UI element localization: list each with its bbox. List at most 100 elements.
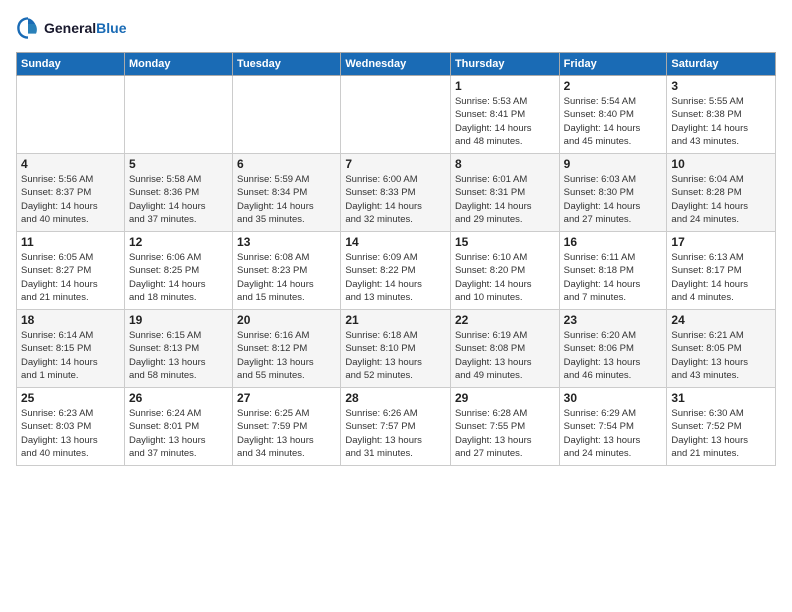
day-info: Sunrise: 6:25 AM Sunset: 7:59 PM Dayligh…	[237, 407, 336, 460]
day-info: Sunrise: 6:16 AM Sunset: 8:12 PM Dayligh…	[237, 329, 336, 382]
day-info: Sunrise: 5:56 AM Sunset: 8:37 PM Dayligh…	[21, 173, 120, 226]
day-cell: 2 Sunrise: 5:54 AM Sunset: 8:40 PM Daylig…	[559, 76, 667, 154]
col-header-sunday: Sunday	[17, 53, 125, 76]
day-info: Sunrise: 5:59 AM Sunset: 8:34 PM Dayligh…	[237, 173, 336, 226]
day-info: Sunrise: 6:15 AM Sunset: 8:13 PM Dayligh…	[129, 329, 228, 382]
header: GeneralBlue	[16, 16, 776, 40]
day-info: Sunrise: 6:04 AM Sunset: 8:28 PM Dayligh…	[671, 173, 771, 226]
day-number: 10	[671, 157, 771, 171]
day-cell: 7Sunrise: 6:00 AM Sunset: 8:33 PM Daylig…	[341, 154, 451, 232]
day-cell	[341, 76, 451, 154]
day-cell: 13Sunrise: 6:08 AM Sunset: 8:23 PM Dayli…	[233, 232, 341, 310]
col-header-thursday: Thursday	[450, 53, 559, 76]
day-cell: 18 Sunrise: 6:14 AM Sunset: 8:15 PM Dayli…	[17, 310, 125, 388]
day-number: 16	[564, 235, 663, 249]
day-cell: 1 Sunrise: 5:53 AM Sunset: 8:41 PM Daylig…	[450, 76, 559, 154]
day-info: Sunrise: 6:05 AM Sunset: 8:27 PM Dayligh…	[21, 251, 120, 304]
week-row-4: 18 Sunrise: 6:14 AM Sunset: 8:15 PM Dayli…	[17, 310, 776, 388]
day-cell	[124, 76, 232, 154]
day-number: 30	[564, 391, 663, 405]
day-cell: 3Sunrise: 5:55 AM Sunset: 8:38 PM Daylig…	[667, 76, 776, 154]
day-info: Sunrise: 6:13 AM Sunset: 8:17 PM Dayligh…	[671, 251, 771, 304]
day-info: Sunrise: 6:14 AM Sunset: 8:15 PM Dayligh…	[21, 329, 120, 382]
day-cell: 26 Sunrise: 6:24 AM Sunset: 8:01 PM Dayli…	[124, 388, 232, 466]
day-cell: 21 Sunrise: 6:18 AM Sunset: 8:10 PM Dayli…	[341, 310, 451, 388]
day-info: Sunrise: 6:10 AM Sunset: 8:20 PM Dayligh…	[455, 251, 555, 304]
day-info: Sunrise: 5:55 AM Sunset: 8:38 PM Dayligh…	[671, 95, 771, 148]
day-number: 20	[237, 313, 336, 327]
day-number: 11	[21, 235, 120, 249]
day-info: Sunrise: 6:26 AM Sunset: 7:57 PM Dayligh…	[345, 407, 446, 460]
day-number: 9	[564, 157, 663, 171]
day-number: 27	[237, 391, 336, 405]
week-row-1: 1 Sunrise: 5:53 AM Sunset: 8:41 PM Daylig…	[17, 76, 776, 154]
day-info: Sunrise: 6:29 AM Sunset: 7:54 PM Dayligh…	[564, 407, 663, 460]
day-number: 15	[455, 235, 555, 249]
day-info: Sunrise: 6:18 AM Sunset: 8:10 PM Dayligh…	[345, 329, 446, 382]
day-number: 21	[345, 313, 446, 327]
day-number: 24	[671, 313, 771, 327]
day-cell: 17 Sunrise: 6:13 AM Sunset: 8:17 PM Dayli…	[667, 232, 776, 310]
calendar-table: SundayMondayTuesdayWednesdayThursdayFrid…	[16, 52, 776, 466]
logo-icon	[16, 16, 40, 40]
day-cell: 16 Sunrise: 6:11 AM Sunset: 8:18 PM Dayli…	[559, 232, 667, 310]
day-cell: 29Sunrise: 6:28 AM Sunset: 7:55 PM Dayli…	[450, 388, 559, 466]
day-cell: 30 Sunrise: 6:29 AM Sunset: 7:54 PM Dayli…	[559, 388, 667, 466]
week-row-3: 11 Sunrise: 6:05 AM Sunset: 8:27 PM Dayli…	[17, 232, 776, 310]
calendar-header-row: SundayMondayTuesdayWednesdayThursdayFrid…	[17, 53, 776, 76]
day-info: Sunrise: 6:03 AM Sunset: 8:30 PM Dayligh…	[564, 173, 663, 226]
day-cell: 15 Sunrise: 6:10 AM Sunset: 8:20 PM Dayli…	[450, 232, 559, 310]
day-cell: 25 Sunrise: 6:23 AM Sunset: 8:03 PM Dayli…	[17, 388, 125, 466]
day-cell: 5Sunrise: 5:58 AM Sunset: 8:36 PM Daylig…	[124, 154, 232, 232]
day-number: 26	[129, 391, 228, 405]
day-number: 12	[129, 235, 228, 249]
day-cell	[17, 76, 125, 154]
day-info: Sunrise: 5:58 AM Sunset: 8:36 PM Dayligh…	[129, 173, 228, 226]
day-info: Sunrise: 5:53 AM Sunset: 8:41 PM Dayligh…	[455, 95, 555, 148]
day-info: Sunrise: 6:30 AM Sunset: 7:52 PM Dayligh…	[671, 407, 771, 460]
day-number: 29	[455, 391, 555, 405]
week-row-5: 25 Sunrise: 6:23 AM Sunset: 8:03 PM Dayli…	[17, 388, 776, 466]
day-cell: 10 Sunrise: 6:04 AM Sunset: 8:28 PM Dayli…	[667, 154, 776, 232]
day-info: Sunrise: 6:21 AM Sunset: 8:05 PM Dayligh…	[671, 329, 771, 382]
col-header-tuesday: Tuesday	[233, 53, 341, 76]
day-cell: 6 Sunrise: 5:59 AM Sunset: 8:34 PM Daylig…	[233, 154, 341, 232]
logo-text: GeneralBlue	[44, 20, 126, 36]
week-row-2: 4Sunrise: 5:56 AM Sunset: 8:37 PM Daylig…	[17, 154, 776, 232]
day-cell: 22 Sunrise: 6:19 AM Sunset: 8:08 PM Dayli…	[450, 310, 559, 388]
day-info: Sunrise: 6:01 AM Sunset: 8:31 PM Dayligh…	[455, 173, 555, 226]
day-cell: 12 Sunrise: 6:06 AM Sunset: 8:25 PM Dayli…	[124, 232, 232, 310]
day-cell: 23 Sunrise: 6:20 AM Sunset: 8:06 PM Dayli…	[559, 310, 667, 388]
col-header-saturday: Saturday	[667, 53, 776, 76]
day-number: 14	[345, 235, 446, 249]
day-number: 7	[345, 157, 446, 171]
day-number: 23	[564, 313, 663, 327]
day-cell: 19 Sunrise: 6:15 AM Sunset: 8:13 PM Dayli…	[124, 310, 232, 388]
day-number: 25	[21, 391, 120, 405]
day-cell: 20 Sunrise: 6:16 AM Sunset: 8:12 PM Dayli…	[233, 310, 341, 388]
day-info: Sunrise: 6:06 AM Sunset: 8:25 PM Dayligh…	[129, 251, 228, 304]
day-number: 19	[129, 313, 228, 327]
col-header-monday: Monday	[124, 53, 232, 76]
day-number: 2	[564, 79, 663, 93]
day-info: Sunrise: 6:08 AM Sunset: 8:23 PM Dayligh…	[237, 251, 336, 304]
day-cell: 11 Sunrise: 6:05 AM Sunset: 8:27 PM Dayli…	[17, 232, 125, 310]
day-info: Sunrise: 6:09 AM Sunset: 8:22 PM Dayligh…	[345, 251, 446, 304]
day-cell: 24 Sunrise: 6:21 AM Sunset: 8:05 PM Dayli…	[667, 310, 776, 388]
day-info: Sunrise: 6:11 AM Sunset: 8:18 PM Dayligh…	[564, 251, 663, 304]
day-cell: 14 Sunrise: 6:09 AM Sunset: 8:22 PM Dayli…	[341, 232, 451, 310]
day-number: 1	[455, 79, 555, 93]
day-info: Sunrise: 6:23 AM Sunset: 8:03 PM Dayligh…	[21, 407, 120, 460]
day-cell	[233, 76, 341, 154]
day-number: 6	[237, 157, 336, 171]
day-number: 22	[455, 313, 555, 327]
day-info: Sunrise: 6:24 AM Sunset: 8:01 PM Dayligh…	[129, 407, 228, 460]
day-info: Sunrise: 6:19 AM Sunset: 8:08 PM Dayligh…	[455, 329, 555, 382]
day-cell: 31Sunrise: 6:30 AM Sunset: 7:52 PM Dayli…	[667, 388, 776, 466]
day-number: 18	[21, 313, 120, 327]
day-info: Sunrise: 5:54 AM Sunset: 8:40 PM Dayligh…	[564, 95, 663, 148]
col-header-friday: Friday	[559, 53, 667, 76]
day-number: 28	[345, 391, 446, 405]
day-info: Sunrise: 6:20 AM Sunset: 8:06 PM Dayligh…	[564, 329, 663, 382]
day-number: 17	[671, 235, 771, 249]
